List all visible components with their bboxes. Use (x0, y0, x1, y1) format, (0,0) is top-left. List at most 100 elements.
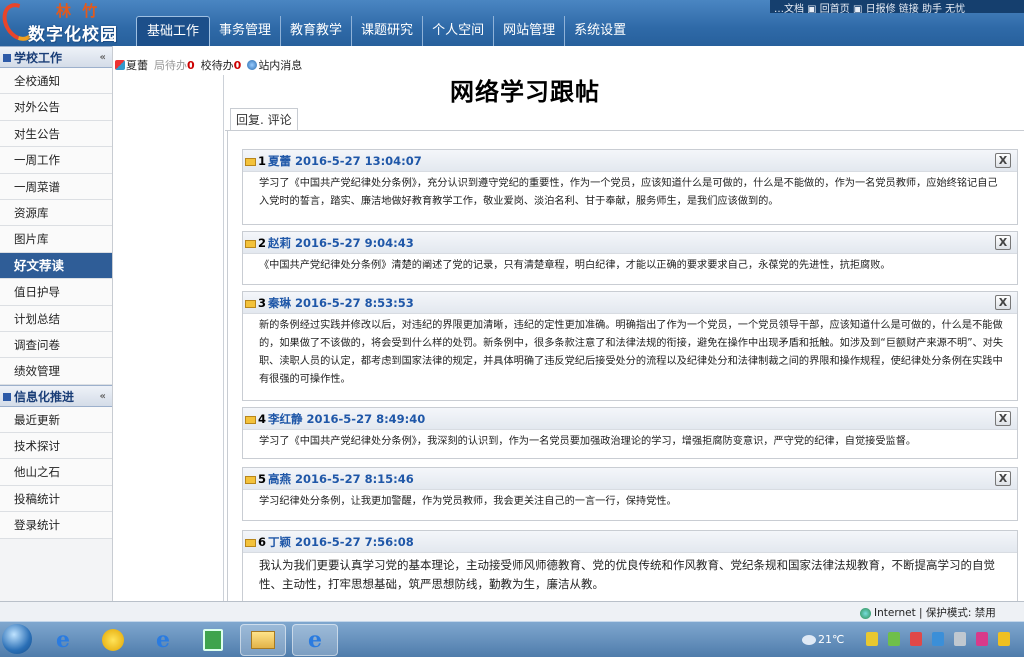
post-author[interactable]: 赵莉 (268, 236, 291, 250)
tray-msg-icon[interactable] (976, 632, 988, 646)
nav-tab-personal[interactable]: 个人空间 (423, 16, 495, 46)
post-list: 1 夏蕾 2016-5-27 13:04:07 X 学习了《中国共产党纪律处分条例》… (227, 131, 1024, 601)
ie-active-taskbar-icon[interactable]: e (292, 624, 338, 656)
post-body: 学习了《中国共产党纪律处分条例》，充分认识到遵守党纪的重要性，作为一个党员，应该… (259, 178, 998, 207)
sidebar-item-public-announce[interactable]: 对外公告 (0, 94, 112, 121)
post-number: 3 (258, 296, 267, 310)
post-author[interactable]: 夏蕾 (268, 154, 291, 168)
zone-text: Internet | 保护模式: 禁用 (874, 607, 996, 619)
sidebar-item-resources[interactable]: 资源库 (0, 199, 112, 227)
battery-icon[interactable] (866, 632, 878, 646)
sidebar-section-school-work[interactable]: 学校工作 « (0, 46, 112, 68)
delete-post-icon[interactable]: X (995, 153, 1011, 168)
school-todo-link[interactable]: 校待办0 (201, 57, 242, 73)
tray-app-icon[interactable] (888, 632, 900, 646)
antivirus-icon[interactable] (910, 632, 922, 646)
sidebar-item-images[interactable]: 图片库 (0, 226, 112, 253)
section-bullet-icon (3, 392, 11, 401)
post-body: 学习了《中国共产党纪律处分条例》，我深刻的认识到，作为一名党员要加强政治理论的学… (259, 436, 917, 447)
post-number: 5 (258, 472, 267, 486)
section-title: 信息化推进 (14, 389, 75, 404)
sidebar-item-submission-stats[interactable]: 投稿统计 (0, 485, 112, 513)
collapse-chevron-icon[interactable]: « (100, 386, 106, 408)
nav-tab-basic-work[interactable]: 基础工作 (136, 16, 211, 46)
collapse-chevron-icon[interactable]: « (100, 47, 106, 69)
explorer-taskbar-icon[interactable] (240, 624, 286, 656)
sidebar-item-student-announce[interactable]: 对生公告 (0, 120, 112, 148)
weather-temp[interactable]: 21℃ (818, 633, 844, 646)
weather-cloud-icon (802, 635, 816, 645)
post-date: 2016-5-27 13:04:07 (295, 154, 422, 168)
sidebar-item-notice[interactable]: 全校通知 (0, 68, 112, 95)
school-todo-count: 0 (233, 59, 242, 72)
nav-tab-website[interactable]: 网站管理 (494, 16, 566, 46)
post-author[interactable]: 高燕 (268, 472, 291, 486)
sidebar-item-login-stats[interactable]: 登录统计 (0, 512, 112, 539)
app-taskbar-icon[interactable] (90, 624, 136, 656)
post-header: 3 秦琳 2016-5-27 8:53:53 X (243, 292, 1017, 314)
sidebar-item-weekly-menu[interactable]: 一周菜谱 (0, 173, 112, 200)
sidebar-item-duty[interactable]: 值日护导 (0, 279, 112, 306)
delete-post-icon[interactable]: X (995, 235, 1011, 250)
delete-post-icon[interactable]: X (995, 411, 1011, 426)
post-body: 新的条例经过实践并修改以后，对违纪的界限更加清晰，违纪的定性更加准确。明确指出了… (259, 320, 1004, 385)
nav-tab-affairs[interactable]: 事务管理 (210, 16, 282, 46)
nav-tab-settings[interactable]: 系统设置 (565, 16, 635, 46)
envelope-icon (245, 299, 256, 308)
post-number: 2 (258, 236, 267, 250)
start-orb-icon[interactable] (2, 624, 32, 654)
school-logo[interactable]: 林 竹 数字化校园 (0, 0, 128, 47)
post-item: 1 夏蕾 2016-5-27 13:04:07 X 学习了《中国共产党纪律处分条例》… (242, 149, 1018, 225)
delete-post-icon[interactable]: X (995, 471, 1011, 486)
sidebar-item-tech[interactable]: 技术探讨 (0, 433, 112, 460)
post-date: 2016-5-27 8:49:40 (306, 412, 426, 426)
post-header: 1 夏蕾 2016-5-27 13:04:07 X (243, 150, 1017, 172)
sidebar-item-other-stones[interactable]: 他山之石 (0, 459, 112, 486)
sidebar-item-weekly-work[interactable]: 一周工作 (0, 147, 112, 174)
post-date: 2016-5-27 8:53:53 (295, 296, 414, 310)
nav-tab-teaching[interactable]: 教育教学 (281, 16, 353, 46)
tray-shield-icon[interactable] (932, 632, 944, 646)
envelope-icon (245, 538, 256, 547)
top-links-text[interactable]: …文档 ▣ 回首页 ▣ 日报修 链接 助手 无忧 (774, 4, 965, 13)
dept-todo-label: 局待办 (154, 59, 187, 72)
ie-taskbar-icon[interactable]: e (40, 624, 86, 656)
windows-taskbar: e e e 21℃ (0, 621, 1024, 657)
post-author[interactable]: 丁颖 (268, 535, 291, 549)
sidebar-item-recommended[interactable]: 好文荐读 (0, 252, 112, 280)
logo-line2: 数字化校园 (28, 25, 118, 45)
message-icon (247, 60, 258, 70)
post-number: 4 (258, 412, 267, 426)
post-header: 5 高燕 2016-5-27 8:15:46 X (243, 468, 1017, 490)
post-number: 6 (258, 535, 267, 549)
section-title: 学校工作 (14, 51, 63, 65)
tray-qq-icon[interactable] (998, 632, 1010, 646)
post-number: 1 (258, 154, 267, 168)
dept-todo-link[interactable]: 局待办0 (154, 57, 195, 73)
sidebar-section-informatization[interactable]: 信息化推进 « (0, 384, 112, 408)
sidebar-item-plans[interactable]: 计划总结 (0, 305, 112, 332)
tab-reply-comment[interactable]: 回复. 评论 (230, 108, 298, 130)
top-links-bar[interactable]: …文档 ▣ 回首页 ▣ 日报修 链接 助手 无忧 (770, 0, 1024, 13)
post-author[interactable]: 秦琳 (268, 296, 291, 310)
ie-taskbar-icon-2[interactable]: e (140, 624, 186, 656)
sidebar-item-performance[interactable]: 绩效管理 (0, 358, 112, 385)
sidebar: 学校工作 « 全校通知 对外公告 对生公告 一周工作 一周菜谱 资源库 图片库 … (0, 46, 113, 601)
site-messages-link[interactable]: 站内消息 (258, 57, 302, 73)
post-author[interactable]: 李红静 (268, 412, 303, 426)
post-item: 4 李红静 2016-5-27 8:49:40 X 学习了《中国共产党纪律处分条例》… (242, 407, 1018, 459)
post-header: 6 丁颖 2016-5-27 7:56:08 (243, 531, 1017, 553)
delete-post-icon[interactable]: X (995, 295, 1011, 310)
post-item: 6 丁颖 2016-5-27 7:56:08 我认为我们更要认真学习党的基本理论，主… (242, 530, 1018, 601)
user-name[interactable]: 夏蕾 (126, 57, 148, 73)
sidebar-item-survey[interactable]: 调查问卷 (0, 331, 112, 359)
sidebar-item-recent[interactable]: 最近更新 (0, 406, 112, 434)
tray-sync-icon[interactable] (954, 632, 966, 646)
recycle-taskbar-icon[interactable] (190, 624, 236, 656)
post-header: 2 赵莉 2016-5-27 9:04:43 X (243, 232, 1017, 254)
main-nav: 基础工作 事务管理 教育教学 课题研究 个人空间 网站管理 系统设置 (136, 16, 635, 46)
security-zone[interactable]: Internet | 保护模式: 禁用 (860, 605, 996, 620)
app-header: 林 竹 数字化校园 …文档 ▣ 回首页 ▣ 日报修 链接 助手 无忧 基础工作 … (0, 0, 1024, 47)
post-item: 2 赵莉 2016-5-27 9:04:43 X 《中国共产党纪律处分条例》清楚的阐… (242, 231, 1018, 285)
nav-tab-research[interactable]: 课题研究 (352, 16, 424, 46)
